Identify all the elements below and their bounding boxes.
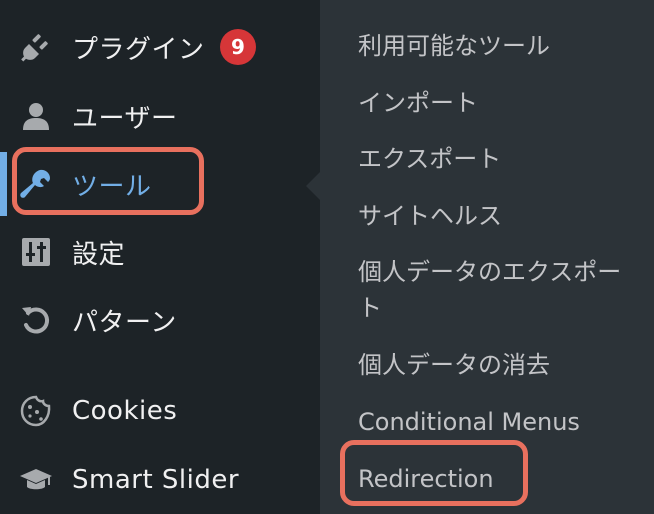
sidebar-item-plugins[interactable]: プラグイン 9 — [0, 19, 320, 75]
graduation-cap-icon — [18, 462, 54, 498]
admin-menu-frame: プラグイン 9 ユーザー ツール 設定 パターン Cookies Smart S… — [0, 0, 654, 514]
admin-sidebar: プラグイン 9 ユーザー ツール 設定 パターン Cookies Smart S… — [0, 0, 320, 514]
sidebar-item-cookies[interactable]: Cookies — [0, 383, 320, 439]
sidebar-item-label: 設定 — [72, 239, 126, 270]
submenu-item-export[interactable]: エクスポート — [358, 141, 638, 177]
sidebar-item-users[interactable]: ユーザー — [0, 88, 320, 144]
submenu-item-erase-personal-data[interactable]: 個人データの消去 — [358, 347, 638, 383]
sidebar-item-label: ユーザー — [72, 103, 178, 134]
submenu-item-conditional-menus[interactable]: Conditional Menus — [358, 404, 638, 440]
submenu-item-site-health[interactable]: サイトヘルス — [358, 198, 638, 234]
submenu-item-export-personal-data[interactable]: 個人データのエクスポート — [358, 254, 628, 326]
plug-icon — [18, 29, 54, 65]
update-count-badge: 9 — [220, 29, 256, 65]
undo-icon — [18, 302, 54, 338]
sidebar-item-settings[interactable]: 設定 — [0, 224, 320, 280]
highlight-ring-redirection — [340, 440, 528, 506]
submenu-item-available-tools[interactable]: 利用可能なツール — [358, 28, 638, 64]
sidebar-item-smart-slider[interactable]: Smart Slider — [0, 452, 320, 508]
sidebar-item-label: Cookies — [72, 396, 178, 426]
submenu-item-import[interactable]: インポート — [358, 85, 638, 121]
cookie-icon — [18, 393, 54, 429]
sidebar-item-patterns[interactable]: パターン — [0, 292, 320, 348]
highlight-ring-tools — [12, 147, 204, 215]
sidebar-item-label: Smart Slider — [72, 465, 240, 495]
sidebar-item-label: パターン — [72, 307, 177, 338]
sliders-icon — [18, 234, 54, 270]
user-icon — [18, 98, 54, 134]
sidebar-item-label: プラグイン — [72, 34, 205, 65]
